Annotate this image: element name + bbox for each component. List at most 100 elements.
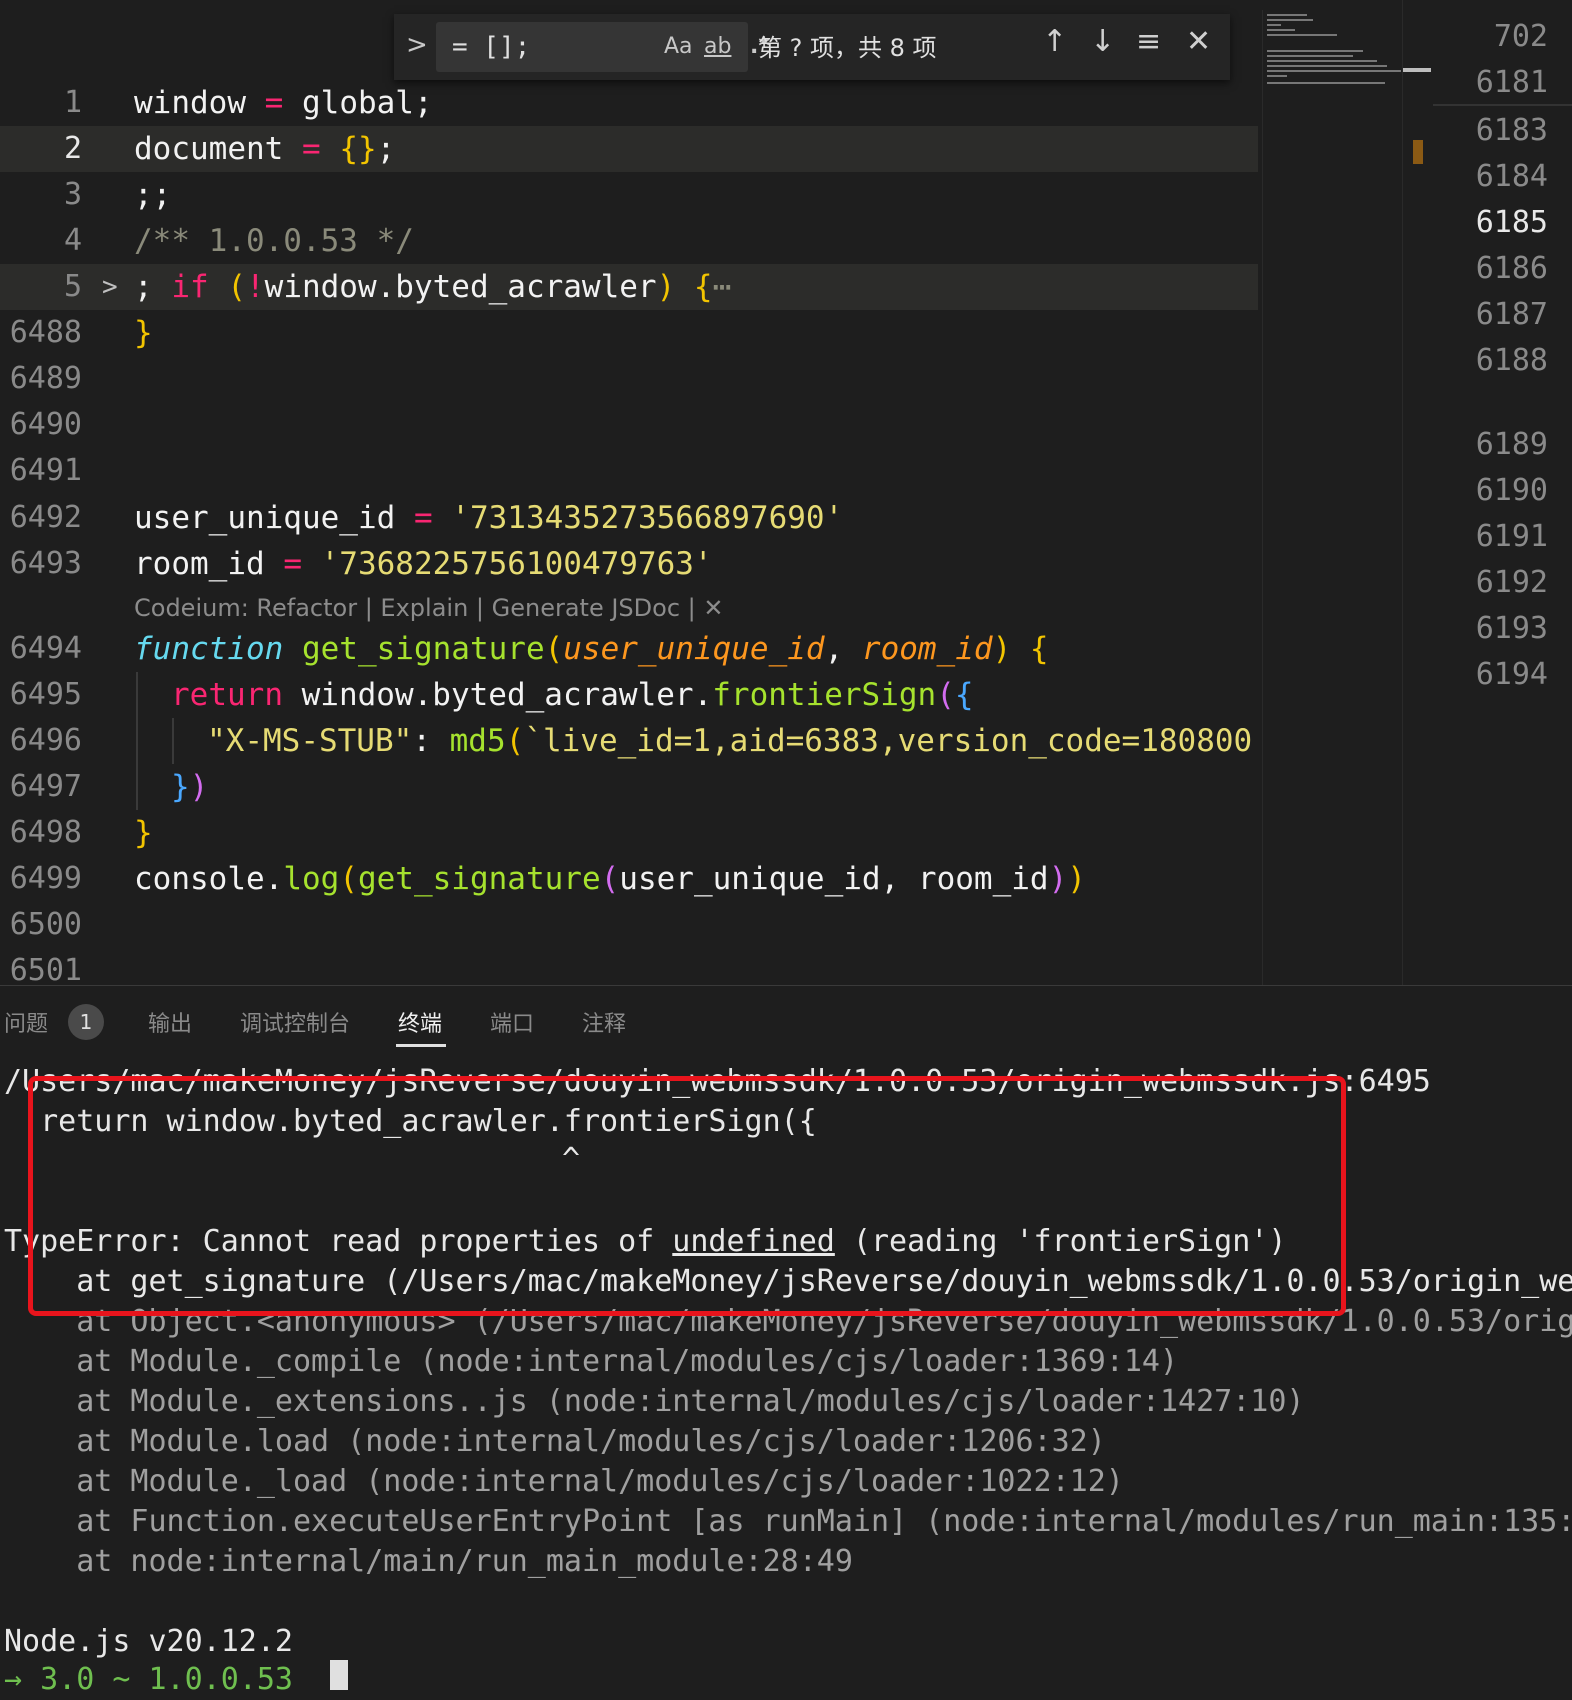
fold-chevron-icon[interactable]: > [102,264,118,310]
stack-frame: at Module._load (node:internal/modules/c… [4,1464,1124,1499]
find-input[interactable]: = []; Aa ab .* [436,22,770,72]
code-line-6494: 6494 function get_signature(user_unique_… [0,626,1258,672]
line-number: 6500 [9,907,82,942]
line-number: 6187 [1475,297,1548,332]
line-number: 3 [63,177,82,212]
code-text: ;; [134,177,172,213]
tab-terminal[interactable]: 终端 [398,1006,442,1038]
close-icon[interactable]: ✕ [1186,24,1211,59]
code-text: function get_signature(user_unique_id, r… [134,631,1049,667]
scrollbar-position-marker [1403,68,1431,72]
scrollbar-find-marker [1413,140,1423,164]
code-line-6488: 6488 } [0,310,1258,356]
code-line-6489: 6489 [0,356,1258,402]
stack-frame: at Module._compile (node:internal/module… [4,1344,1179,1379]
stack-frame: at Module._extensions..js (node:internal… [4,1384,1305,1419]
code-line-3: 3 ;; [0,172,1258,218]
find-widget: > = []; Aa ab .* 第 ? 项，共 8 项 ↑ ↓ ≡ ✕ [394,14,1230,80]
line-number: 6194 [1475,657,1548,692]
code-text: room_id = '7368225756100479763' [134,546,713,582]
code-line-6495: 6495 return window.byted_acrawler.fronti… [0,672,1258,718]
code-comment: /** 1.0.0.53 */ [134,223,414,259]
line-number: 6181 [1475,65,1548,100]
code-text: console.log(get_signature(user_unique_id… [134,861,1086,897]
terminal-prompt: → 3.0 ~ 1.0.0.53 [4,1662,293,1697]
line-number: 4 [63,223,82,258]
code-line-6500: 6500 [0,902,1258,948]
line-number: 6497 [9,769,82,804]
tab-debug-console[interactable]: 调试控制台 [240,1006,350,1038]
error-highlight-box [28,1076,1346,1316]
code-line-1: 1 window = global; [0,80,1258,126]
line-number: 1 [63,85,82,120]
code-line-6490: 6490 [0,402,1258,448]
line-number: 6192 [1475,565,1548,600]
line-number: 6492 [9,500,82,535]
line-number: 6190 [1475,473,1548,508]
code-line-6501: 6501 [0,948,1258,985]
code-text: document = {}; [134,131,396,167]
code-line-6491: 6491 [0,448,1258,494]
line-number: 6185 [1475,205,1548,240]
line-number: 6495 [9,677,82,712]
line-number: 6493 [9,546,82,581]
line-number: 6488 [9,315,82,350]
problems-count-badge: 1 [68,1004,104,1040]
code-text: } [134,815,153,851]
tab-problems[interactable]: 问题 [4,1006,48,1038]
terminal-node-version: Node.js v20.12.2 [4,1624,293,1659]
line-number: 5 [63,269,82,304]
line-number: 6496 [9,723,82,758]
code-text: user_unique_id = '7313435273566897690' [134,500,844,536]
toggle-replace-chevron-icon[interactable]: > [406,30,428,60]
code-line-6499: 6499 console.log(get_signature(user_uniq… [0,856,1258,902]
find-query: = []; [452,32,531,62]
line-number: 6189 [1475,427,1548,462]
code-line-6492: 6492 user_unique_id = '73134352735668976… [0,495,1258,541]
code-editor[interactable]: 1 window = global; 2 document = {}; 3 ;;… [0,0,1258,985]
line-number: 6186 [1475,251,1548,286]
split-editor-gutter: 702 6181 6183 6184 6185 6186 6187 6188 6… [1433,0,1572,985]
stack-frame: at Function.executeUserEntryPoint [as ru… [4,1504,1572,1539]
code-text: return window.byted_acrawler.frontierSig… [171,677,974,713]
tab-output[interactable]: 输出 [148,1006,192,1038]
tab-ports[interactable]: 端口 [490,1006,534,1038]
code-line-6493: 6493 room_id = '7368225756100479763' [0,541,1258,587]
line-number: 6494 [9,631,82,666]
code-line-6497: 6497 }) [0,764,1258,810]
next-match-icon[interactable]: ↓ [1090,24,1115,59]
vertical-scrollbar[interactable] [1402,0,1433,985]
stack-frame: at node:internal/main/run_main_module:28… [4,1544,853,1579]
active-tab-indicator [396,1044,446,1047]
line-number: 6183 [1475,113,1548,148]
line-number: 6191 [1475,519,1548,554]
code-text: } [134,315,153,351]
line-number: 6491 [9,453,82,488]
line-number: 702 [1493,19,1548,54]
terminal-cursor [330,1660,348,1690]
code-text: window = global; [134,85,433,121]
codeium-codelens[interactable]: Codeium: Refactor | Explain | Generate J… [134,590,723,626]
line-number: 6490 [9,407,82,442]
code-line-6498: 6498 } [0,810,1258,856]
match-case-icon[interactable]: Aa [664,34,693,59]
code-line-6496: 6496 "X-MS-STUB": md5(`live_id=1,aid=638… [0,718,1258,764]
previous-match-icon[interactable]: ↑ [1042,24,1067,59]
stack-frame: at Module.load (node:internal/modules/cj… [4,1424,1106,1459]
code-line-2: 2 document = {}; [0,126,1258,172]
line-number: 6499 [9,861,82,896]
code-line-4: 4 /** 1.0.0.53 */ [0,218,1258,264]
line-number: 6498 [9,815,82,850]
code-text: "X-MS-STUB": md5(`live_id=1,aid=6383,ver… [207,723,1258,759]
minimap[interactable] [1262,10,1403,985]
line-number: 6193 [1475,611,1548,646]
line-number: 6184 [1475,159,1548,194]
find-result-count: 第 ? 项，共 8 项 [758,34,937,62]
folded-ellipsis-icon[interactable]: ⋯ [713,269,732,305]
whole-word-icon[interactable]: ab [704,34,731,59]
code-text: }) [171,769,209,805]
find-in-selection-icon[interactable]: ≡ [1136,24,1161,59]
code-text: ; if (!window.byted_acrawler) {⋯ [134,269,732,305]
code-line-5: 5 > ; if (!window.byted_acrawler) {⋯ [0,264,1258,310]
tab-comments[interactable]: 注释 [582,1006,626,1038]
